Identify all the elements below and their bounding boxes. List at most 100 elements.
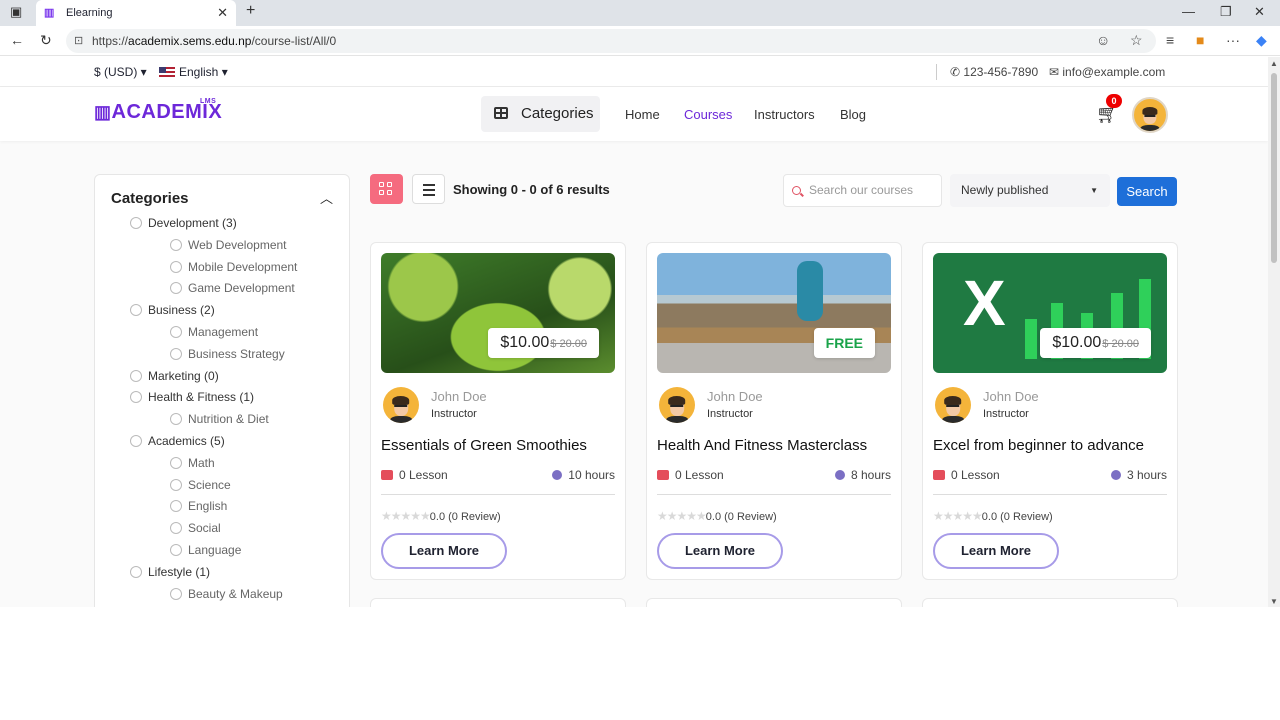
phone-number: 123-456-7890	[963, 65, 1039, 79]
favorite-star-icon[interactable]: ☆	[1130, 32, 1143, 49]
rating: ★★★★★0.0 (0 Review)	[933, 509, 1053, 523]
url-field[interactable]: ⊡ https://academix.sems.edu.np/course-li…	[66, 29, 1156, 53]
instructor-avatar[interactable]	[659, 387, 695, 423]
phone-contact[interactable]: ✆ 123-456-7890	[950, 65, 1038, 79]
radio-button[interactable]	[170, 348, 182, 360]
new-tab-icon[interactable]: +	[246, 2, 255, 20]
course-card	[370, 598, 626, 607]
excel-x-icon: X	[963, 267, 1006, 339]
sort-select[interactable]: Newly published ▼	[950, 174, 1110, 207]
top-info-bar: $ (USD) ▾ English ▾ ✆ 123-456-7890 ✉ inf…	[0, 57, 1268, 87]
scrollbar-thumb[interactable]	[1271, 73, 1277, 263]
course-title[interactable]: Essentials of Green Smoothies	[381, 437, 587, 454]
scroll-up-icon[interactable]: ▲	[1270, 59, 1278, 68]
tab-actions-icon[interactable]: ▣	[10, 4, 22, 20]
cart-button[interactable]: 🛒︎ 0	[1096, 94, 1122, 125]
nav-home[interactable]: Home	[625, 107, 660, 122]
language-select[interactable]: English ▾	[159, 65, 228, 79]
reader-icon[interactable]: ☺	[1096, 32, 1110, 48]
radio-button[interactable]	[170, 261, 182, 273]
duration: 10 hours	[552, 468, 615, 482]
instructor-name[interactable]: John Doe	[431, 389, 487, 404]
search-button[interactable]: Search	[1117, 177, 1177, 206]
back-icon[interactable]: ←	[10, 32, 24, 48]
tab-close-icon[interactable]: ✕	[217, 5, 228, 21]
radio-button[interactable]	[170, 500, 182, 512]
radio-button[interactable]	[170, 522, 182, 534]
course-thumbnail-smoothie[interactable]: $10.00$ 20.00	[381, 253, 615, 373]
radio-button[interactable]	[170, 479, 182, 491]
radio-button[interactable]	[170, 544, 182, 556]
browser-tab[interactable]: ▥ Elearning ✕	[36, 0, 236, 26]
filter-title: Categories	[111, 190, 189, 207]
grid-icon	[494, 107, 508, 119]
nav-courses[interactable]: Courses	[684, 107, 732, 122]
maximize-icon[interactable]: ❐	[1220, 4, 1232, 20]
scroll-down-icon[interactable]: ▼	[1270, 597, 1278, 606]
radio-button[interactable]	[130, 566, 142, 578]
course-title[interactable]: Excel from beginner to advance	[933, 437, 1144, 454]
categories-button[interactable]: Categories	[481, 96, 600, 132]
radio-button[interactable]	[130, 391, 142, 403]
book-icon	[657, 470, 669, 480]
learn-more-button[interactable]: Learn More	[381, 533, 507, 569]
radio-button[interactable]	[130, 370, 142, 382]
collapse-chevron-icon[interactable]: ︿	[320, 188, 333, 207]
mail-icon: ✉	[1049, 65, 1063, 79]
learn-more-button[interactable]: Learn More	[657, 533, 783, 569]
nav-instructors[interactable]: Instructors	[754, 107, 815, 122]
lesson-count-text: 0 Lesson	[675, 468, 724, 482]
window-close-icon[interactable]: ✕	[1254, 4, 1265, 20]
duration: 8 hours	[834, 468, 891, 482]
book-icon	[381, 470, 393, 480]
user-avatar[interactable]	[1132, 97, 1168, 133]
site-logo[interactable]: ▥ACADEMIX LMS	[94, 98, 222, 124]
list-view-button[interactable]	[412, 174, 445, 204]
category-label: Business (2)	[148, 303, 215, 317]
radio-button[interactable]	[170, 457, 182, 469]
star-rating-icon: ★★★★★	[657, 509, 707, 523]
instructor-avatar[interactable]	[935, 387, 971, 423]
radio-button[interactable]	[170, 413, 182, 425]
radio-button[interactable]	[130, 304, 142, 316]
course-thumbnail-runner[interactable]: FREE	[657, 253, 891, 373]
radio-button[interactable]	[170, 326, 182, 338]
favorites-icon[interactable]: ≡	[1166, 32, 1174, 48]
lesson-count: 0 Lesson	[933, 468, 1000, 482]
nav-blog[interactable]: Blog	[840, 107, 866, 122]
star-rating-icon: ★★★★★	[933, 509, 983, 523]
site-info-icon[interactable]: ⊡	[74, 29, 83, 53]
extension-icon[interactable]: ■	[1196, 32, 1204, 48]
course-card: X $10.00$ 20.00 John Doe Instructor Exce…	[922, 242, 1178, 580]
email-address: info@example.com	[1062, 65, 1166, 79]
radio-button[interactable]	[170, 239, 182, 251]
instructor-name[interactable]: John Doe	[707, 389, 763, 404]
category-label: Web Development	[188, 238, 287, 252]
instructor-role: Instructor	[707, 408, 753, 420]
radio-button[interactable]	[170, 282, 182, 294]
clock-icon	[834, 470, 845, 480]
categories-button-label: Categories	[521, 105, 594, 122]
radio-button[interactable]	[130, 217, 142, 229]
radio-button[interactable]	[130, 435, 142, 447]
grid-view-button[interactable]	[370, 174, 403, 204]
page-scrollbar[interactable]: ▲ ▼	[1268, 57, 1280, 607]
minimize-icon[interactable]: —	[1182, 4, 1195, 19]
email-contact[interactable]: ✉ info@example.com	[1049, 65, 1165, 79]
course-search-input[interactable]: Search our courses	[783, 174, 942, 207]
site-favicon-icon: ▥	[44, 7, 55, 19]
learn-more-button[interactable]: Learn More	[933, 533, 1059, 569]
course-thumbnail-excel[interactable]: X $10.00$ 20.00	[933, 253, 1167, 373]
instructor-name[interactable]: John Doe	[983, 389, 1039, 404]
site-header: ▥ACADEMIX LMS Categories Home Courses In…	[0, 87, 1268, 141]
more-icon[interactable]: ···	[1226, 32, 1240, 48]
instructor-avatar[interactable]	[383, 387, 419, 423]
duration-text: 3 hours	[1126, 468, 1167, 482]
rating-text: 0.0 (0 Review)	[429, 511, 501, 523]
course-title[interactable]: Health And Fitness Masterclass	[657, 437, 867, 454]
clock-icon	[1110, 470, 1121, 480]
radio-button[interactable]	[170, 588, 182, 600]
copilot-icon[interactable]: ◆	[1256, 32, 1267, 49]
reload-icon[interactable]: ↻	[40, 32, 52, 49]
currency-select[interactable]: $ (USD) ▾	[94, 65, 147, 79]
